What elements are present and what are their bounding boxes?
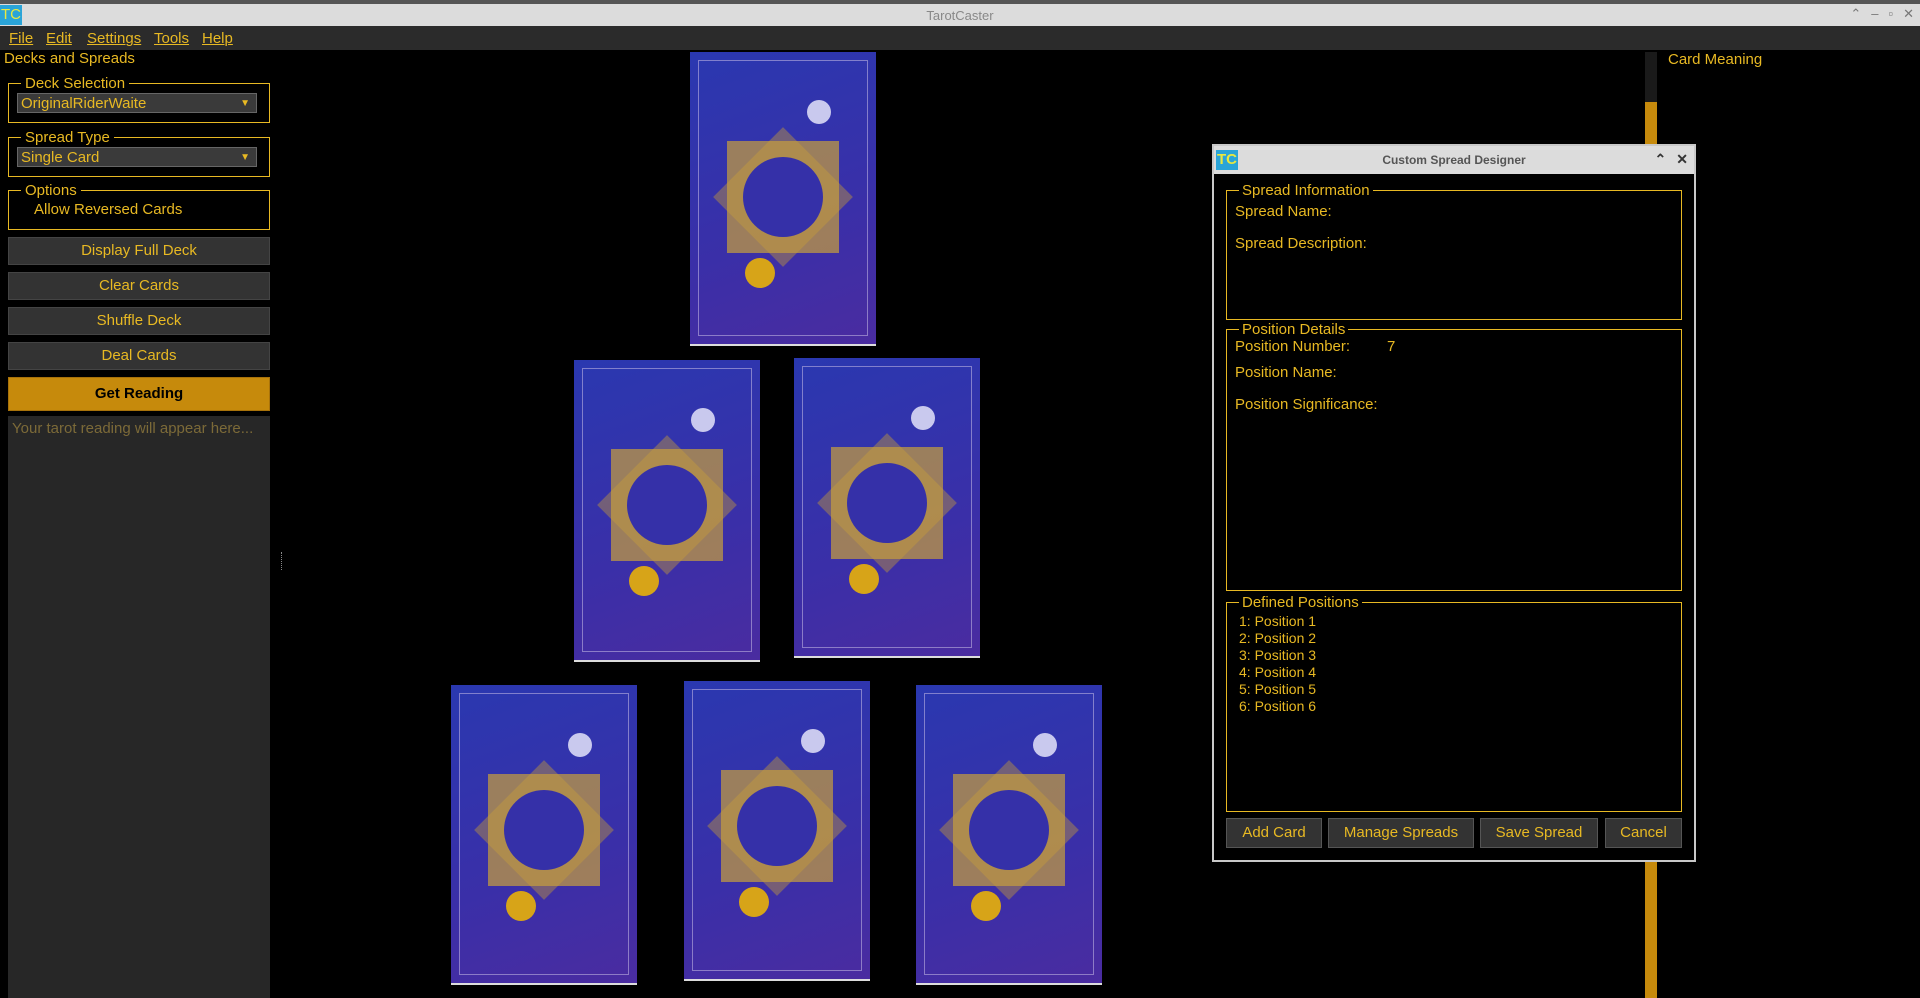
defined-positions-label: Defined Positions: [1239, 594, 1362, 611]
shuffle-deck-button[interactable]: Shuffle Deck: [8, 307, 270, 335]
clear-cards-button[interactable]: Clear Cards: [8, 272, 270, 300]
dialog-shade-button[interactable]: ⌃: [1655, 151, 1667, 168]
deal-cards-button[interactable]: Deal Cards: [8, 342, 270, 370]
deck-selection-group: Deck Selection OriginalRiderWaite ▼: [8, 75, 270, 123]
tarot-card[interactable]: [684, 681, 870, 981]
menu-settings[interactable]: Settings: [87, 30, 141, 47]
list-item[interactable]: 5: Position 5: [1239, 681, 1316, 698]
dialog-close-button[interactable]: ✕: [1676, 151, 1688, 168]
save-spread-button[interactable]: Save Spread: [1480, 818, 1598, 848]
window-shade-button[interactable]: ⌃: [1850, 6, 1861, 22]
position-number-value[interactable]: 7: [1387, 338, 1395, 355]
list-item[interactable]: 1: Position 1: [1239, 613, 1316, 630]
position-details-group: Position Details Position Number: 7 Posi…: [1226, 321, 1682, 591]
add-card-button[interactable]: Add Card: [1226, 818, 1322, 848]
window-maximize-button[interactable]: ▫: [1888, 6, 1893, 22]
position-number-label: Position Number:: [1235, 338, 1351, 355]
position-significance-label: Position Significance:: [1235, 396, 1378, 413]
manage-spreads-button[interactable]: Manage Spreads: [1328, 818, 1474, 848]
reading-output[interactable]: Your tarot reading will appear here...: [8, 416, 270, 998]
menu-edit[interactable]: Edit: [46, 30, 72, 47]
defined-positions-group: Defined Positions 1: Position 1 2: Posit…: [1226, 594, 1682, 812]
spread-name-label: Spread Name:: [1235, 203, 1332, 220]
spread-information-group: Spread Information Spread Name: Spread D…: [1226, 182, 1682, 320]
tarot-card[interactable]: [451, 685, 637, 985]
options-group: Options Allow Reversed Cards: [8, 182, 270, 230]
list-item[interactable]: 3: Position 3: [1239, 647, 1316, 664]
deck-select[interactable]: OriginalRiderWaite ▼: [17, 93, 257, 113]
tarot-card[interactable]: [916, 685, 1102, 985]
tarot-card[interactable]: [690, 52, 876, 346]
sidebar-title: Decks and Spreads: [4, 50, 135, 67]
chevron-down-icon: ▼: [240, 98, 250, 109]
list-item[interactable]: 4: Position 4: [1239, 664, 1316, 681]
menu-tools[interactable]: Tools: [154, 30, 189, 47]
options-label: Options: [21, 182, 81, 199]
dialog-title: Custom Spread Designer: [1382, 153, 1526, 167]
custom-spread-designer-dialog: TC Custom Spread Designer ⌃ ✕ Spread Inf…: [1212, 144, 1696, 862]
spread-type-group: Spread Type Single Card ▼: [8, 129, 270, 177]
menu-bar: File Edit Settings Tools Help: [0, 26, 1920, 50]
tarot-card[interactable]: [794, 358, 980, 658]
deck-select-value: OriginalRiderWaite: [21, 95, 147, 112]
spread-type-select[interactable]: Single Card ▼: [17, 147, 257, 167]
window-minimize-button[interactable]: –: [1871, 6, 1878, 22]
position-name-label: Position Name:: [1235, 364, 1337, 381]
tarot-card[interactable]: [574, 360, 760, 662]
cancel-button[interactable]: Cancel: [1605, 818, 1682, 848]
chevron-down-icon: ▼: [240, 152, 250, 163]
position-details-label: Position Details: [1239, 321, 1349, 338]
list-item[interactable]: 2: Position 2: [1239, 630, 1316, 647]
window-title: TarotCaster: [926, 8, 994, 23]
display-full-deck-button[interactable]: Display Full Deck: [8, 237, 270, 265]
dialog-titlebar[interactable]: TC Custom Spread Designer ⌃ ✕: [1214, 146, 1694, 174]
menu-help[interactable]: Help: [202, 30, 233, 47]
spread-type-label: Spread Type: [21, 129, 114, 146]
spread-information-label: Spread Information: [1239, 182, 1373, 199]
allow-reversed-checkbox[interactable]: Allow Reversed Cards: [34, 201, 182, 218]
deck-selection-label: Deck Selection: [21, 75, 130, 92]
card-meaning-title: Card Meaning: [1668, 51, 1763, 68]
defined-positions-list[interactable]: 1: Position 1 2: Position 2 3: Position …: [1239, 613, 1316, 715]
list-item[interactable]: 6: Position 6: [1239, 698, 1316, 715]
menu-file[interactable]: File: [9, 30, 33, 47]
get-reading-button[interactable]: Get Reading: [8, 377, 270, 411]
spread-type-value: Single Card: [21, 149, 100, 166]
sidebar: Decks and Spreads Deck Selection Origina…: [0, 50, 277, 998]
splitter-handle[interactable]: [281, 552, 284, 570]
window-close-button[interactable]: ✕: [1903, 6, 1914, 22]
window-titlebar: TC TarotCaster ⌃ – ▫ ✕: [0, 4, 1920, 26]
spread-description-label: Spread Description:: [1235, 235, 1367, 252]
